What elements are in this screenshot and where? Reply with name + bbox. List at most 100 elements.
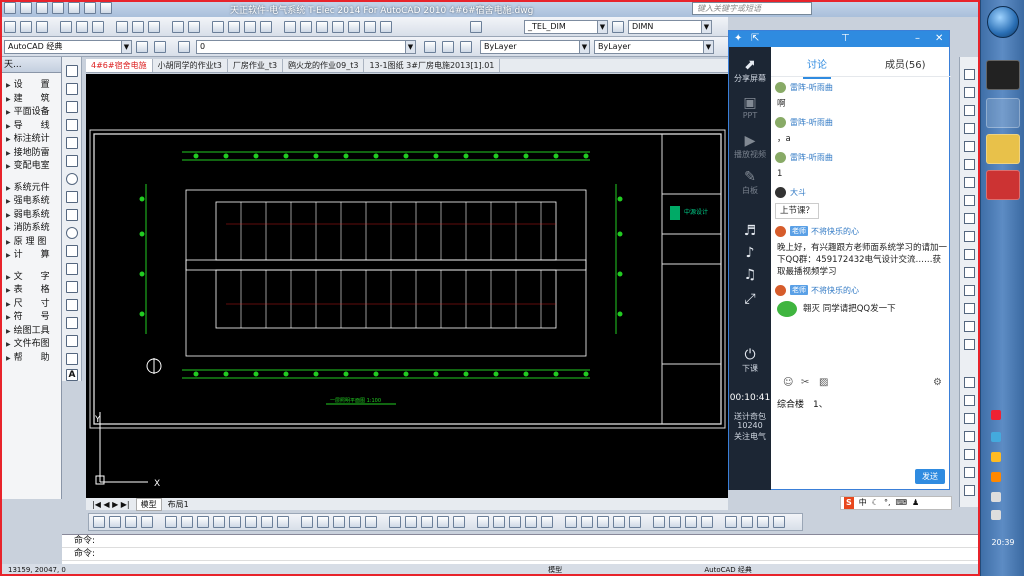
layer-select[interactable]: 0 ▼ — [196, 40, 416, 54]
array-icon[interactable] — [964, 141, 975, 152]
tray-icon[interactable] — [991, 410, 1001, 420]
tool-icon[interactable] — [405, 516, 417, 528]
scale-icon[interactable] — [964, 195, 975, 206]
hatch-icon[interactable] — [66, 317, 78, 329]
doc-tab-active[interactable]: 4#6#宿舍电施 — [86, 59, 153, 72]
new-icon[interactable] — [20, 2, 32, 14]
zoom-realtime-icon[interactable] — [228, 21, 240, 33]
tool-icon[interactable] — [597, 516, 609, 528]
menu-item-wire[interactable]: ▶ 导 线 — [0, 120, 61, 134]
object-snap-icon[interactable] — [964, 377, 975, 388]
open-icon[interactable] — [36, 2, 48, 14]
sheet-set-icon[interactable] — [332, 21, 344, 33]
ime-toolbar[interactable]: S 中 ☾ °, ⌨ ♟ — [840, 496, 952, 510]
tool-icon[interactable] — [277, 516, 289, 528]
tool-icon[interactable] — [685, 516, 697, 528]
polygon-icon[interactable] — [66, 119, 78, 131]
taskbar-app-browser[interactable] — [986, 98, 1020, 128]
linetype-select[interactable]: ByLayer ▼ — [594, 40, 714, 54]
snap-nearest-icon[interactable] — [964, 485, 975, 496]
workspace-status[interactable]: AutoCAD 经典 — [704, 566, 752, 574]
trim-icon[interactable] — [964, 231, 975, 242]
tool-icon[interactable] — [493, 516, 505, 528]
send-button[interactable]: 发送 — [915, 469, 945, 484]
tool-icon[interactable] — [581, 516, 593, 528]
message-sender[interactable]: 雷阵-听雨曲 — [790, 152, 833, 163]
pin-icon[interactable]: ⊤ — [841, 33, 850, 44]
command-input-line[interactable]: 命令: — [62, 548, 978, 561]
region-icon[interactable] — [66, 335, 78, 347]
tray-icon[interactable] — [991, 452, 1001, 462]
message-sender[interactable]: 不将快乐的心 — [811, 285, 859, 296]
tool-icon[interactable] — [741, 516, 753, 528]
publish-icon[interactable] — [92, 21, 104, 33]
tool-icon[interactable] — [365, 516, 377, 528]
ime-mode[interactable]: 中 — [859, 497, 867, 509]
color-select[interactable]: ByLayer ▼ — [480, 40, 590, 54]
tool-icon[interactable] — [109, 516, 121, 528]
snap-perpendicular-icon[interactable] — [964, 467, 975, 478]
menu-item-system-element[interactable]: ▶ 系统元件 — [0, 182, 61, 196]
message-sender[interactable]: 雷阵-听雨曲 — [790, 82, 833, 93]
mirror-icon[interactable] — [964, 105, 975, 116]
menu-item-architecture[interactable]: ▶ 建 筑 — [0, 93, 61, 107]
properties-icon[interactable] — [284, 21, 296, 33]
layer-previous-icon[interactable] — [442, 41, 454, 53]
tool-icon[interactable] — [181, 516, 193, 528]
workspace-settings-icon[interactable] — [136, 41, 148, 53]
tool-icon[interactable] — [541, 516, 553, 528]
close-icon[interactable]: ✕ — [935, 33, 943, 44]
model-space-toggle[interactable]: 模型 — [548, 566, 562, 574]
make-block-icon[interactable] — [66, 281, 78, 293]
menu-item-plan-equipment[interactable]: ▶ 平面设备 — [0, 106, 61, 120]
tool-icon[interactable] — [653, 516, 665, 528]
tool-icon[interactable] — [669, 516, 681, 528]
avatar[interactable] — [775, 151, 786, 163]
snap-midpoint-icon[interactable] — [964, 413, 975, 424]
join-icon[interactable] — [964, 285, 975, 296]
ellipse-icon[interactable] — [66, 227, 78, 239]
taskbar-app-autocad[interactable] — [986, 170, 1020, 200]
layer-manager-icon[interactable] — [178, 41, 190, 53]
tool-icon[interactable] — [125, 516, 137, 528]
tool-icon[interactable] — [301, 516, 313, 528]
menu-item-drawing-tools[interactable]: ▶ 绘图工具 — [0, 325, 61, 339]
expand-toggle[interactable]: ⤢ — [729, 291, 771, 307]
drawing-canvas[interactable]: 中源设计 一层照明平面图 1:100 Y X — [86, 74, 728, 498]
tool-icon[interactable] — [437, 516, 449, 528]
offset-icon[interactable] — [964, 123, 975, 134]
fillet-icon[interactable] — [964, 321, 975, 332]
markup-icon[interactable] — [348, 21, 360, 33]
gear-icon[interactable] — [154, 41, 166, 53]
tool-icon[interactable] — [757, 516, 769, 528]
spline-icon[interactable] — [66, 209, 78, 221]
doc-tab[interactable]: 小胡同学的作业t3 — [153, 59, 228, 72]
message-sender[interactable]: 不将快乐的心 — [811, 226, 859, 237]
explode-icon[interactable] — [964, 339, 975, 350]
menu-item-dimension[interactable]: ▶ 尺 寸 — [0, 298, 61, 312]
tab-members[interactable]: 成员(56) — [885, 56, 926, 71]
construction-line-icon[interactable] — [66, 83, 78, 95]
doc-tab[interactable]: 鸥火龙的作业09_t3 — [283, 59, 365, 72]
tool-icon[interactable] — [261, 516, 273, 528]
circle-icon[interactable] — [66, 173, 78, 185]
gear-icon[interactable]: ⚙ — [933, 377, 942, 388]
copy-icon[interactable] — [132, 21, 144, 33]
tool-icon[interactable] — [317, 516, 329, 528]
save-icon[interactable] — [52, 2, 64, 14]
scissors-icon[interactable]: ✂ — [801, 377, 809, 388]
tool-palettes-icon[interactable] — [316, 21, 328, 33]
avatar[interactable] — [775, 116, 786, 128]
end-class-button[interactable]: ⏻ 下课 — [729, 347, 771, 374]
minimize-icon[interactable]: – — [915, 33, 920, 44]
calculator-icon[interactable] — [364, 21, 376, 33]
design-center-icon[interactable] — [300, 21, 312, 33]
tool-icon[interactable] — [701, 516, 713, 528]
play-video-button[interactable]: ▶ 播放视频 — [729, 133, 771, 160]
menu-item-file-layout[interactable]: ▶ 文件布图 — [0, 338, 61, 352]
tray-icon[interactable] — [991, 510, 1001, 520]
tool-icon[interactable] — [213, 516, 225, 528]
tab-layout1[interactable]: 布局1 — [168, 499, 189, 510]
doc-tab[interactable]: 厂房作业_t3 — [228, 59, 284, 72]
taskbar-app-explorer[interactable] — [986, 134, 1020, 164]
